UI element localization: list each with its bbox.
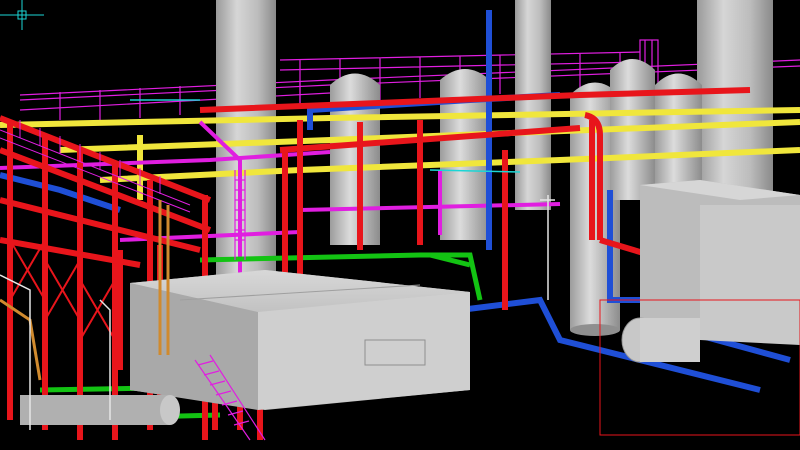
crosshair-icon [0,0,44,30]
vertical-column[interactable] [697,0,773,200]
model-viewport[interactable] [0,0,800,450]
equipment-box[interactable] [130,270,470,410]
plant-3d-model[interactable] [0,0,800,450]
vertical-column[interactable] [216,0,276,300]
equipment-box[interactable] [599,180,800,436]
horizontal-vessel[interactable] [20,395,180,425]
vertical-column[interactable] [515,0,551,210]
